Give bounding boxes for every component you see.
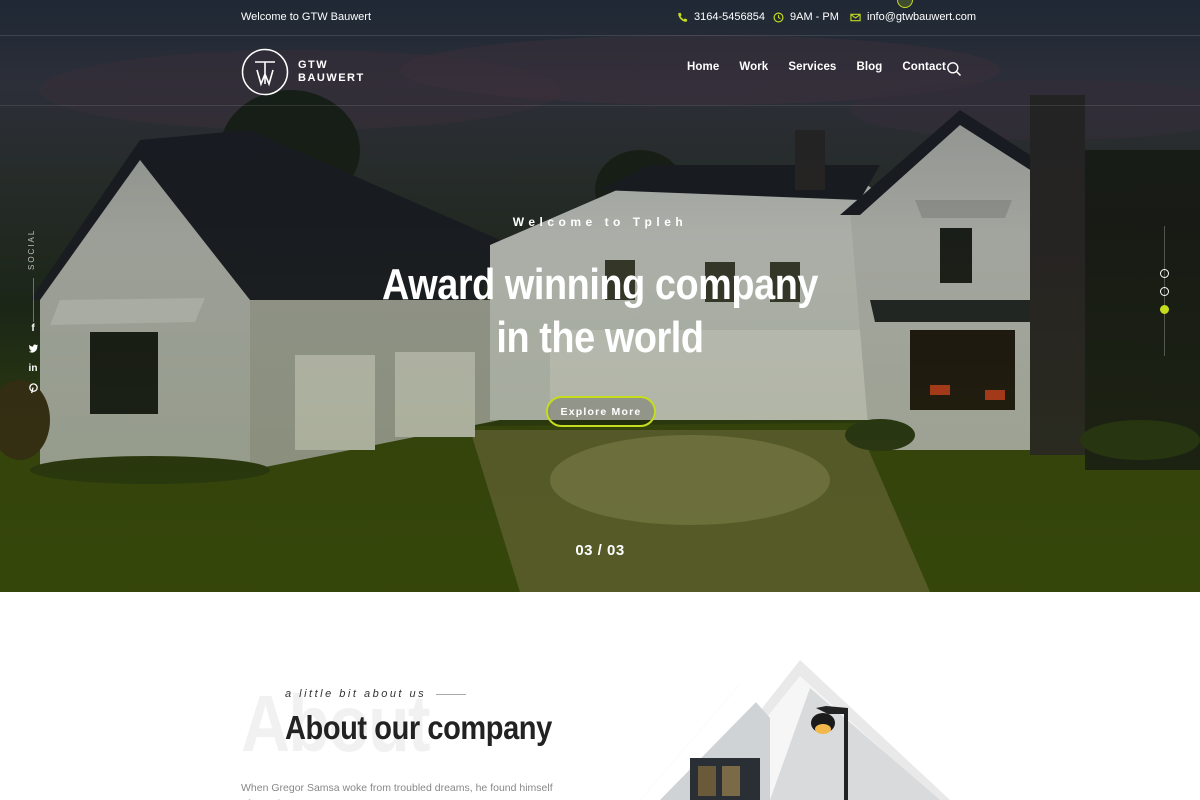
top-bar: Welcome to GTW Bauwert 3164-5456854 9AM … bbox=[0, 0, 1200, 36]
slide-pagination bbox=[1160, 226, 1170, 356]
hero-eyebrow: Welcome to Tpleh bbox=[512, 215, 688, 229]
social-icons: f in bbox=[27, 323, 39, 395]
hero-headline-line2: in the world bbox=[496, 313, 704, 362]
slide-dot-3-active[interactable] bbox=[1160, 305, 1169, 314]
social-label: SOCIAL bbox=[27, 228, 36, 270]
business-hours: 9AM - PM bbox=[790, 11, 839, 23]
nav-blog[interactable]: Blog bbox=[856, 61, 882, 73]
cursor-indicator bbox=[897, 0, 913, 8]
hero-headline-line1: Award winning company bbox=[381, 260, 818, 309]
explore-more-button[interactable]: Explore More bbox=[546, 396, 656, 427]
hero-headline: Award winning company in the world bbox=[342, 258, 858, 364]
brand-name: GTW BAUWERT bbox=[298, 59, 365, 85]
brand-line2: BAUWERT bbox=[298, 72, 365, 84]
logo-mark-icon bbox=[241, 48, 289, 96]
about-eyebrow: a little bit about us bbox=[285, 688, 467, 700]
main-navbar: GTW BAUWERT Home Work Services Blog Cont… bbox=[0, 36, 1200, 106]
facebook-icon[interactable]: f bbox=[27, 323, 39, 335]
nav-services[interactable]: Services bbox=[788, 61, 836, 73]
twitter-icon[interactable] bbox=[27, 343, 39, 355]
hours-contact: 9AM - PM bbox=[773, 11, 839, 23]
linkedin-icon[interactable]: in bbox=[27, 363, 39, 375]
welcome-text: Welcome to GTW Bauwert bbox=[241, 11, 371, 23]
hero-slider: Welcome to GTW Bauwert 3164-5456854 9AM … bbox=[0, 0, 1200, 592]
about-section: About a little bit about us About our co… bbox=[0, 592, 1200, 800]
pinterest-icon[interactable] bbox=[27, 383, 39, 395]
about-body-text: When Gregor Samsa woke from troubled dre… bbox=[241, 782, 553, 800]
email-address: info@gtwbauwert.com bbox=[867, 11, 976, 23]
brand-logo[interactable]: GTW BAUWERT bbox=[241, 48, 365, 96]
phone-icon bbox=[678, 12, 688, 22]
clock-icon bbox=[773, 12, 784, 22]
primary-menu: Home Work Services Blog Contact bbox=[687, 61, 946, 73]
social-divider bbox=[33, 278, 34, 322]
mail-icon bbox=[850, 13, 861, 21]
email-contact[interactable]: info@gtwbauwert.com bbox=[850, 11, 976, 23]
phone-contact[interactable]: 3164-5456854 bbox=[677, 11, 765, 23]
brand-line1: GTW bbox=[298, 59, 329, 71]
phone-number: 3164-5456854 bbox=[694, 11, 765, 23]
slide-dot-1[interactable] bbox=[1160, 269, 1169, 278]
eyebrow-rule bbox=[436, 693, 467, 695]
slide-counter: 03 / 03 bbox=[575, 542, 625, 559]
about-eyebrow-text: a little bit about us bbox=[285, 688, 427, 700]
nav-work[interactable]: Work bbox=[739, 61, 768, 73]
slide-dot-2[interactable] bbox=[1160, 287, 1169, 296]
nav-contact[interactable]: Contact bbox=[902, 61, 946, 73]
about-title: About our company bbox=[285, 709, 552, 746]
nav-home[interactable]: Home bbox=[687, 61, 719, 73]
search-icon[interactable] bbox=[946, 61, 962, 77]
about-image-diamond bbox=[640, 660, 950, 800]
